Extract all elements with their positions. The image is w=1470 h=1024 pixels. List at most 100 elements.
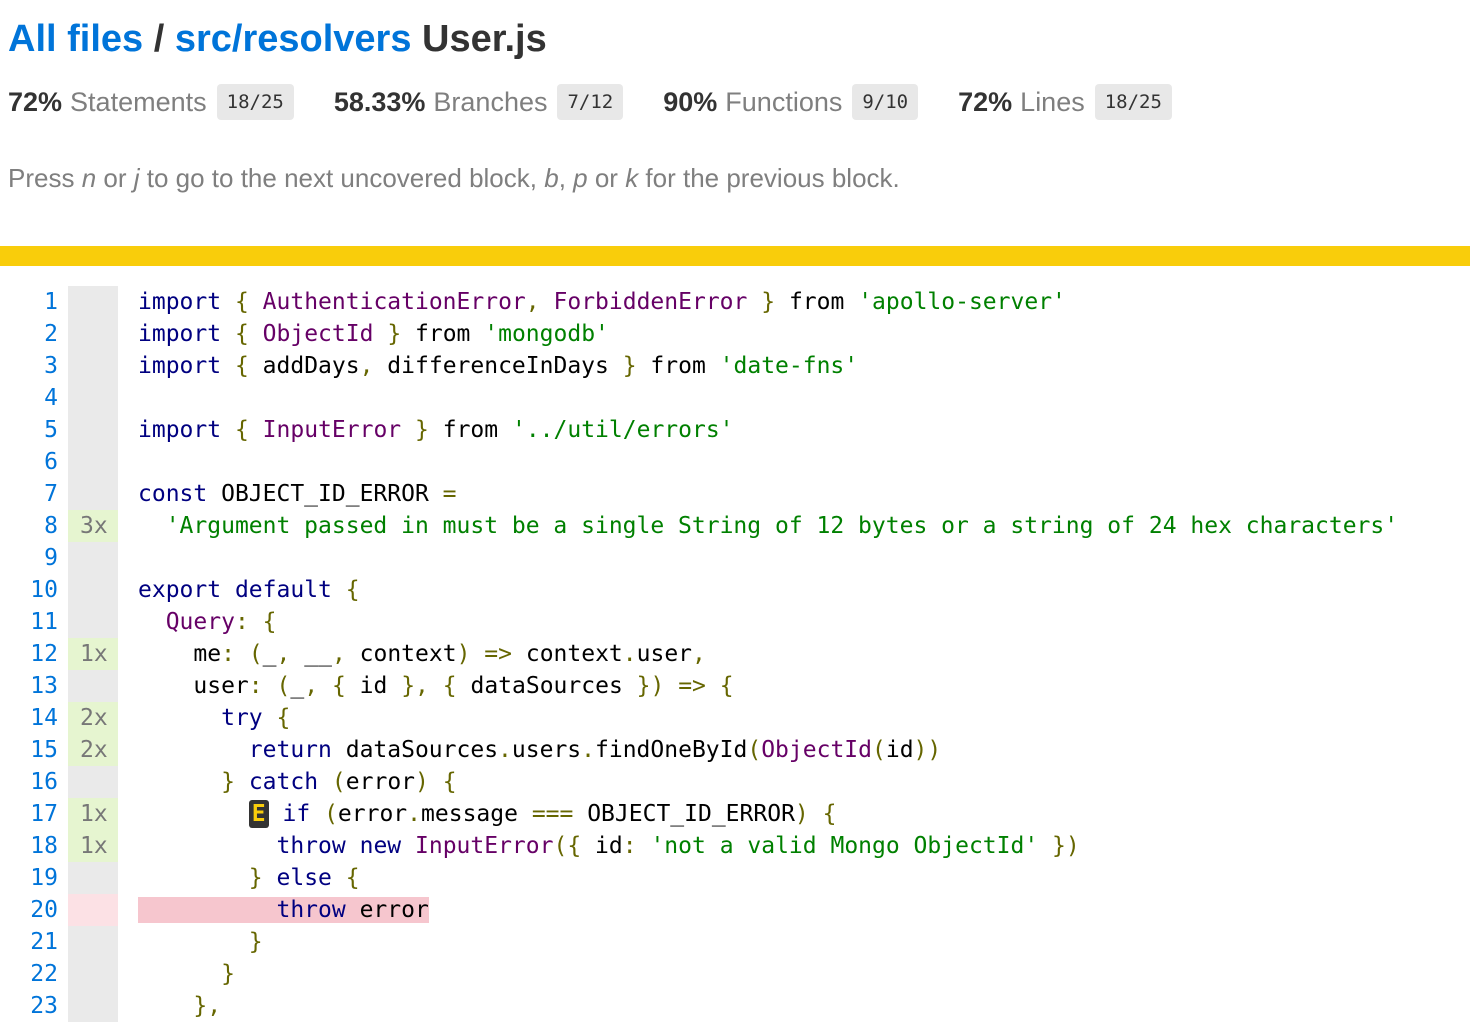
code-token: , — [525, 289, 540, 315]
code-line: 11 Query: { — [0, 606, 1470, 638]
code-token: context — [345, 641, 457, 667]
hit-count — [68, 414, 118, 446]
hit-count — [68, 542, 118, 574]
line-number-link[interactable]: 12 — [0, 638, 58, 670]
code-token: import — [138, 417, 222, 443]
hint-text: to go to the next uncovered block, — [139, 163, 545, 193]
code-token: } — [248, 865, 263, 891]
line-number-link[interactable]: 11 — [0, 606, 58, 638]
code-line: 12 1x me: (_, __, context) => context.use… — [0, 638, 1470, 670]
line-number-link[interactable]: 20 — [0, 894, 58, 926]
stat-label: Lines — [1020, 87, 1085, 117]
line-number-link[interactable]: 22 — [0, 958, 58, 990]
code-token: ) — [794, 801, 809, 827]
code-text: return dataSources.users.findOneById(Obj… — [138, 734, 941, 766]
stat-fraction: 9/10 — [852, 84, 919, 120]
hit-count: 3x — [68, 510, 118, 542]
code-token: me — [138, 641, 222, 667]
code-text: Query: { — [138, 606, 277, 638]
line-number-link[interactable]: 5 — [0, 414, 58, 446]
line-number-link[interactable]: 7 — [0, 478, 58, 510]
coverage-status-bar — [0, 246, 1470, 266]
line-number-link[interactable]: 4 — [0, 382, 58, 414]
source-code-listing: 1 import { AuthenticationError, Forbidden… — [0, 286, 1470, 1022]
code-token: import — [138, 353, 222, 379]
stat-branches: 58.33% Branches 7/12 — [334, 82, 624, 122]
code-token: return — [248, 737, 332, 763]
line-number-link[interactable]: 19 — [0, 862, 58, 894]
code-line: 10 export default { — [0, 574, 1470, 606]
code-token: { — [442, 769, 457, 795]
code-token: id — [345, 673, 402, 699]
code-token: = — [442, 481, 457, 507]
line-number-link[interactable]: 9 — [0, 542, 58, 574]
code-token: , — [276, 641, 291, 667]
code-text: user: (_, { id }, { dataSources }) => { — [138, 670, 734, 702]
hit-count — [68, 574, 118, 606]
code-token: === — [531, 801, 574, 827]
line-number-link[interactable]: 2 — [0, 318, 58, 350]
code-token: 'mongodb' — [484, 321, 609, 347]
breadcrumb-all-files-link[interactable]: All files — [8, 18, 143, 60]
hit-count: 2x — [68, 702, 118, 734]
line-number-link[interactable]: 14 — [0, 702, 58, 734]
stat-lines: 72% Lines 18/25 — [958, 82, 1172, 122]
code-token: { — [276, 705, 291, 731]
code-token: user — [138, 673, 249, 699]
hit-count — [68, 318, 118, 350]
hint-key: n — [81, 163, 97, 193]
code-token: { — [719, 673, 734, 699]
line-number-link[interactable]: 6 — [0, 446, 58, 478]
code-token: ( — [324, 801, 338, 827]
code-text: } catch (error) { — [138, 766, 457, 798]
code-line: 20 throw error — [0, 894, 1470, 926]
code-line: 2 import { ObjectId } from 'mongodb' — [0, 318, 1470, 350]
hit-count — [68, 958, 118, 990]
hit-count: 2x — [68, 734, 118, 766]
code-token: => — [484, 641, 512, 667]
code-token: => — [678, 673, 706, 699]
stat-label: Functions — [725, 87, 843, 117]
code-text: me: (_, __, context) => context.user, — [138, 638, 706, 670]
line-number-link[interactable]: 15 — [0, 734, 58, 766]
code-token: } — [415, 417, 429, 443]
line-number-link[interactable]: 13 — [0, 670, 58, 702]
code-token: from — [775, 289, 859, 315]
code-token: __ — [290, 641, 332, 667]
line-number-link[interactable]: 21 — [0, 926, 58, 958]
hint-text: or — [96, 163, 134, 193]
breadcrumb-dir-link[interactable]: src/resolvers — [175, 18, 412, 60]
hit-count — [68, 766, 118, 798]
hit-count — [68, 670, 118, 702]
line-number-link[interactable]: 16 — [0, 766, 58, 798]
stat-statements: 72% Statements 18/25 — [8, 82, 294, 122]
line-number-link[interactable]: 17 — [0, 798, 58, 830]
line-number-link[interactable]: 1 — [0, 286, 58, 318]
line-number-link[interactable]: 8 — [0, 510, 58, 542]
line-number-link[interactable]: 18 — [0, 830, 58, 862]
line-number-link[interactable]: 10 — [0, 574, 58, 606]
line-number-link[interactable]: 23 — [0, 990, 58, 1022]
code-token: 'Argument passed in must be a single Str… — [165, 513, 1399, 539]
code-token: { — [234, 353, 249, 379]
code-token: ( — [747, 737, 762, 763]
code-line: 7 const OBJECT_ID_ERROR = — [0, 478, 1470, 510]
line-number-link[interactable]: 3 — [0, 350, 58, 382]
